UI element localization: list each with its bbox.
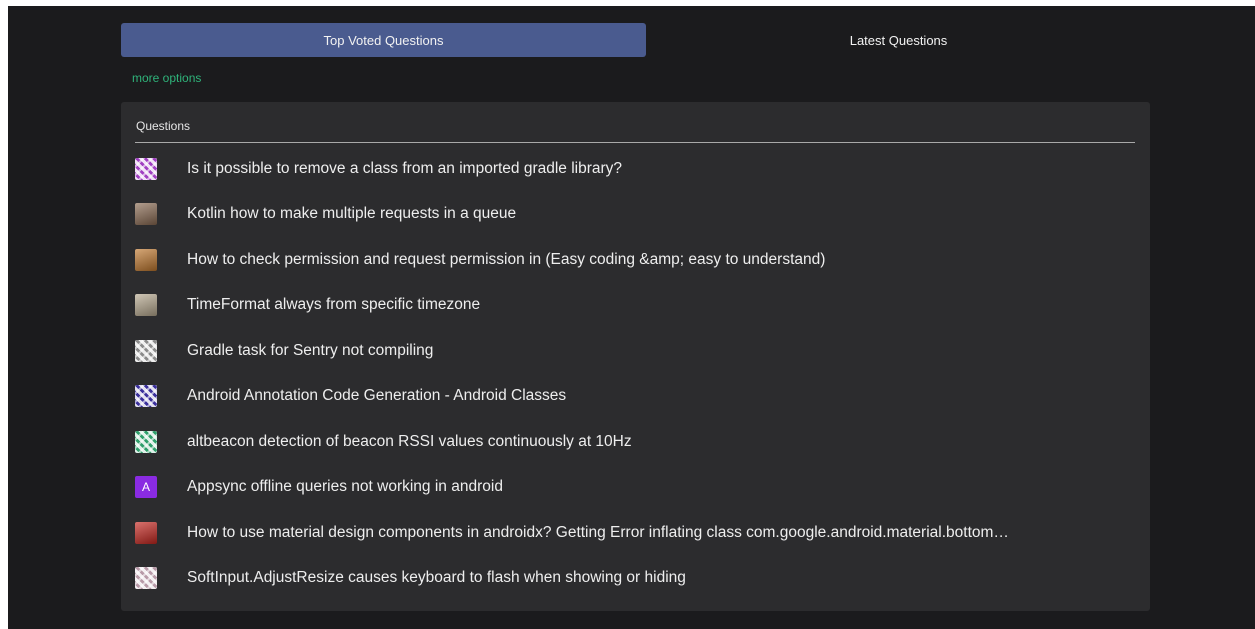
avatar-icon	[135, 294, 157, 317]
divider	[135, 142, 1135, 143]
tab-latest[interactable]: Latest Questions	[647, 23, 1150, 57]
tab-bar: Top Voted Questions Latest Questions	[121, 23, 1150, 57]
question-title[interactable]: Gradle task for Sentry not compiling	[187, 342, 433, 360]
avatar-icon	[135, 430, 157, 453]
avatar-icon: A	[135, 476, 157, 499]
question-row[interactable]: Android Annotation Code Generation - And…	[135, 374, 1135, 420]
question-title[interactable]: How to check permission and request perm…	[187, 251, 825, 269]
more-options-link[interactable]: more options	[132, 71, 201, 85]
question-row[interactable]: How to use material design components in…	[135, 510, 1135, 556]
question-row[interactable]: Kotlin how to make multiple requests in …	[135, 192, 1135, 238]
avatar-icon	[135, 385, 157, 408]
question-list: Is it possible to remove a class from an…	[135, 146, 1135, 601]
question-row[interactable]: TimeFormat always from specific timezone	[135, 283, 1135, 329]
question-title[interactable]: How to use material design components in…	[187, 524, 1009, 542]
question-title[interactable]: Is it possible to remove a class from an…	[187, 160, 622, 178]
avatar-icon	[135, 248, 157, 271]
avatar-icon	[135, 203, 157, 226]
app-window: Top Voted Questions Latest Questions mor…	[8, 6, 1255, 629]
question-row[interactable]: Is it possible to remove a class from an…	[135, 146, 1135, 192]
question-title[interactable]: Kotlin how to make multiple requests in …	[187, 205, 516, 223]
question-title[interactable]: Android Annotation Code Generation - And…	[187, 387, 566, 405]
tab-top-voted[interactable]: Top Voted Questions	[121, 23, 646, 57]
question-row[interactable]: How to check permission and request perm…	[135, 237, 1135, 283]
question-title[interactable]: TimeFormat always from specific timezone	[187, 296, 480, 314]
question-row[interactable]: altbeacon detection of beacon RSSI value…	[135, 419, 1135, 465]
question-row[interactable]: A Appsync offline queries not working in …	[135, 465, 1135, 511]
question-title[interactable]: altbeacon detection of beacon RSSI value…	[187, 433, 632, 451]
panel-title: Questions	[136, 119, 191, 133]
avatar-icon	[135, 157, 157, 180]
question-row[interactable]: Gradle task for Sentry not compiling	[135, 328, 1135, 374]
questions-panel: Questions Is it possible to remove a cla…	[121, 102, 1150, 611]
question-title[interactable]: SoftInput.AdjustResize causes keyboard t…	[187, 569, 686, 587]
avatar-icon	[135, 521, 157, 544]
avatar-icon	[135, 339, 157, 362]
avatar-icon	[135, 567, 157, 590]
question-row[interactable]: SoftInput.AdjustResize causes keyboard t…	[135, 556, 1135, 602]
question-title[interactable]: Appsync offline queries not working in a…	[187, 478, 503, 496]
